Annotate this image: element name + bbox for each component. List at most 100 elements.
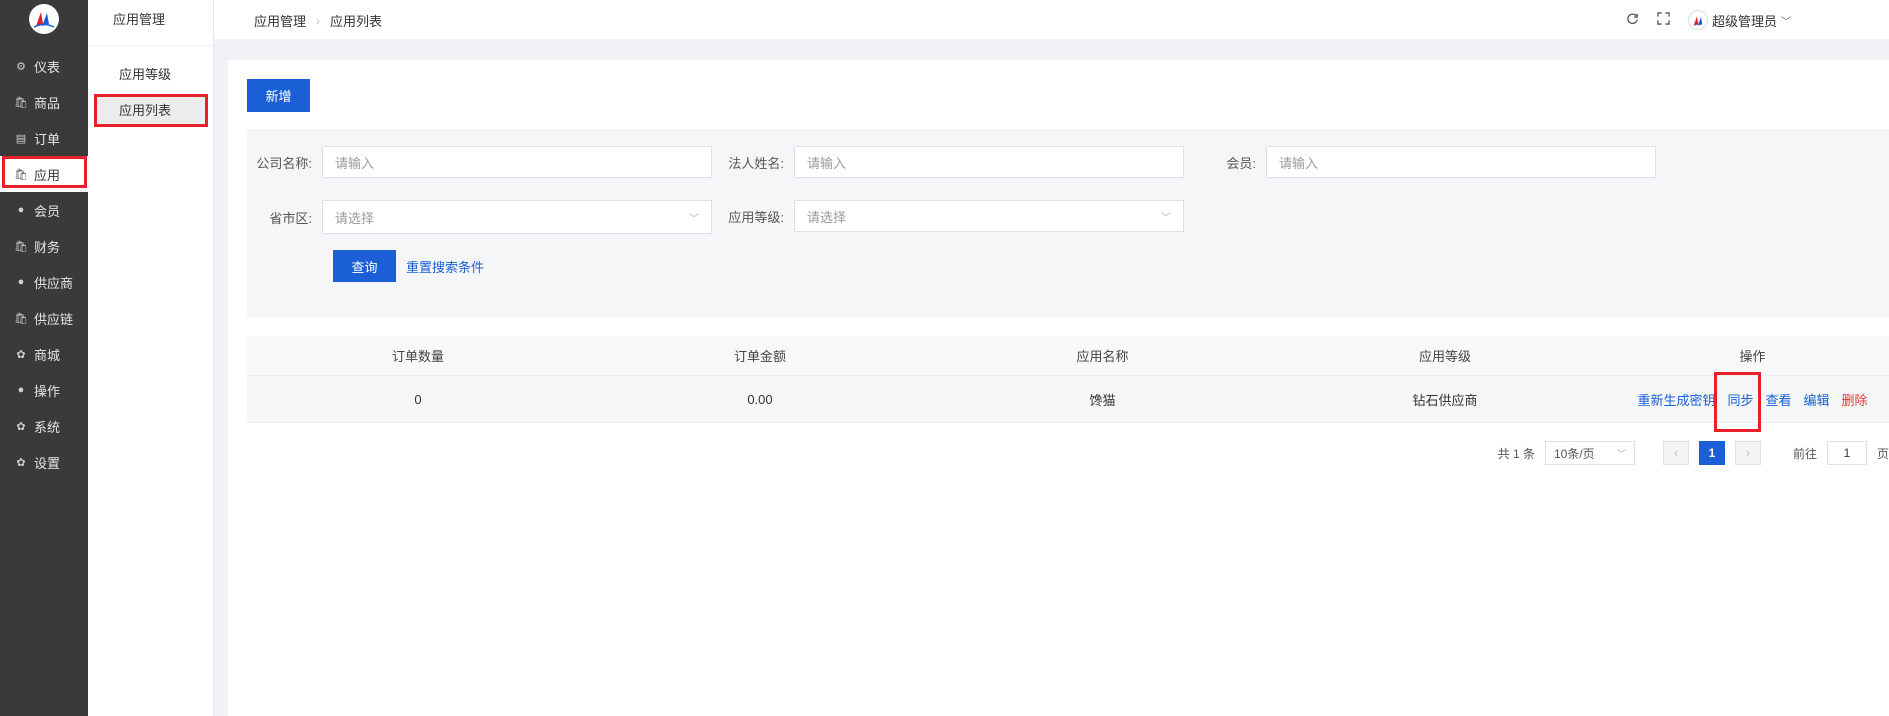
nav-item-label: 仪表 [34, 59, 61, 75]
page-size-value: 10条/页 [1553, 446, 1595, 461]
clipboard-icon: ▤ [15, 132, 27, 145]
pagination: 共 1 条 10条/页 ﹀ ‹ 1 › 前往 1 页 [1498, 441, 1889, 465]
level-select[interactable]: 请选择 ﹀ [794, 200, 1184, 232]
chevron-down-icon: ﹀ [689, 213, 699, 225]
top-header: 应用管理 › 应用列表 超级管理员 ﹀ [214, 0, 1889, 40]
member-label: 会员: [1226, 155, 1256, 171]
edit-link[interactable]: 编辑 [1804, 390, 1830, 409]
nav-item-settings[interactable]: ✿ 设置 [0, 444, 88, 480]
level-placeholder: 请选择 [807, 209, 847, 225]
highlight-sub-app-list [94, 94, 208, 127]
prev-page-button[interactable]: ‹ [1662, 441, 1689, 465]
goto-page-input[interactable]: 1 [1826, 441, 1867, 465]
goto-label: 前往 [1792, 446, 1817, 461]
highlight-sync-action [1714, 372, 1761, 432]
nav-item-label: 系统 [34, 419, 61, 435]
nav-item-products[interactable]: 🛍 商品 [0, 84, 88, 120]
nav-item-label: 会员 [34, 203, 61, 219]
breadcrumb: 应用管理 › 应用列表 [254, 11, 382, 30]
user-name: 超级管理员 [1711, 13, 1777, 29]
nav-item-label: 商品 [34, 95, 61, 111]
nav-item-members[interactable]: ● 会员 [0, 192, 88, 228]
gear-icon: ✿ [16, 420, 26, 433]
user-icon: ● [17, 384, 25, 396]
cell-app-name: 馋猫 [1089, 392, 1116, 408]
view-link[interactable]: 查看 [1765, 390, 1791, 409]
main-nav-list: ⚙ 仪表 🛍 商品 ▤ 订单 🛍 应用 ● 会员 🛍 财务 ● 供应商 🛍 供应链 ✿ 商城 ● 操… [0, 48, 88, 480]
nav-item-dashboard[interactable]: ⚙ 仪表 [0, 48, 88, 84]
app-logo[interactable] [29, 4, 59, 34]
delete-link[interactable]: 删除 [1842, 390, 1868, 409]
nav-item-suppliers[interactable]: ● 供应商 [0, 264, 88, 300]
member-placeholder: 请输入 [1279, 155, 1319, 171]
company-placeholder: 请输入 [335, 155, 375, 171]
nav-item-label: 操作 [34, 383, 61, 399]
page-suffix: 页 [1876, 446, 1889, 461]
nav-item-system[interactable]: ✿ 系统 [0, 408, 88, 444]
member-filter: 会员: 请输入 [1191, 146, 1656, 178]
nav-item-mall[interactable]: ✿ 商城 [0, 336, 88, 372]
column-header: 应用等级 [1418, 349, 1471, 364]
highlight-nav-apps [2, 156, 87, 188]
legal-input[interactable]: 请输入 [794, 146, 1184, 178]
cell-app-level: 钻石供应商 [1412, 392, 1478, 408]
nav-item-finance[interactable]: 🛍 财务 [0, 228, 88, 264]
nav-item-label: 供应链 [34, 311, 74, 327]
app-table: 订单数量 订单金额 应用名称 应用等级 操作 0 0.00 馋猫 钻石供应商 重… [247, 336, 1889, 423]
header-tools: 超级管理员 ﹀ [1626, 10, 1791, 30]
region-filter: 省市区: 请选择 ﹀ [247, 200, 712, 234]
search-filter-panel: 公司名称: 请输入 法人姓名: 请输入 会员: 请输入 省市区: 请选择 ﹀ 应用… [247, 129, 1889, 317]
nav-item-label: 供应商 [34, 275, 74, 291]
nav-item-orders[interactable]: ▤ 订单 [0, 120, 88, 156]
bag-icon: 🛍 [14, 240, 28, 253]
region-label: 省市区: [269, 210, 312, 226]
level-filter: 应用等级: 请选择 ﹀ [719, 200, 1184, 232]
table-row: 0 0.00 馋猫 钻石供应商 重新生成密钥 同步 查看 编辑 删除 [247, 376, 1889, 423]
sub-item-app-level[interactable]: 应用等级 [94, 60, 207, 90]
reset-search-link[interactable]: 重置搜索条件 [406, 257, 484, 276]
legal-placeholder: 请输入 [807, 155, 847, 171]
add-button[interactable]: 新增 [247, 79, 310, 112]
column-header: 订单数量 [391, 349, 444, 364]
user-icon: ● [17, 276, 25, 288]
query-button[interactable]: 查询 [333, 250, 396, 282]
legal-filter: 法人姓名: 请输入 [719, 146, 1184, 178]
fullscreen-icon[interactable] [1657, 12, 1670, 28]
chevron-right-icon: › [316, 13, 321, 28]
legal-label: 法人姓名: [728, 155, 784, 171]
breadcrumb-item-current: 应用列表 [330, 14, 383, 29]
nav-item-operations[interactable]: ● 操作 [0, 372, 88, 408]
chevron-down-icon: ﹀ [1161, 212, 1171, 224]
region-select[interactable]: 请选择 ﹀ [322, 200, 712, 234]
company-input[interactable]: 请输入 [322, 146, 712, 178]
nav-item-label: 商城 [34, 347, 61, 363]
refresh-icon[interactable] [1626, 12, 1639, 28]
gear-icon: ✿ [16, 348, 26, 361]
page-size-select[interactable]: 10条/页 ﹀ [1544, 441, 1635, 465]
member-input[interactable]: 请输入 [1266, 146, 1656, 178]
main-content: 新增 公司名称: 请输入 法人姓名: 请输入 会员: 请输入 省市区: 请选择 ﹀… [228, 60, 1889, 716]
nav-item-supply-chain[interactable]: 🛍 供应链 [0, 300, 88, 336]
total-count: 共 1 条 [1497, 446, 1535, 461]
table-header: 订单数量 订单金额 应用名称 应用等级 操作 [247, 336, 1889, 376]
user-icon: ● [17, 204, 25, 216]
main-sidebar: ⚙ 仪表 🛍 商品 ▤ 订单 🛍 应用 ● 会员 🛍 财务 ● 供应商 🛍 供应链 ✿ 商城 ● 操… [0, 0, 88, 716]
nav-item-label: 订单 [34, 131, 61, 147]
user-menu[interactable]: 超级管理员 ﹀ [1687, 10, 1791, 30]
chevron-down-icon: ﹀ [1781, 16, 1791, 28]
regenerate-key-link[interactable]: 重新生成密钥 [1637, 390, 1715, 409]
gauge-icon: ⚙ [16, 60, 26, 73]
next-page-button[interactable]: › [1734, 441, 1761, 465]
nav-item-label: 财务 [34, 239, 61, 255]
gear-icon: ✿ [16, 456, 26, 469]
nav-item-label: 设置 [34, 455, 61, 471]
chevron-left-icon: ‹ [1673, 446, 1678, 460]
avatar [1687, 10, 1708, 30]
level-label: 应用等级: [728, 209, 784, 225]
column-header: 应用名称 [1076, 349, 1129, 364]
bag-icon: 🛍 [14, 96, 28, 109]
page-number-current[interactable]: 1 [1698, 441, 1725, 465]
column-header: 订单金额 [733, 349, 786, 364]
sub-sidebar-title: 应用管理 [88, 0, 213, 46]
breadcrumb-item[interactable]: 应用管理 [254, 11, 306, 30]
